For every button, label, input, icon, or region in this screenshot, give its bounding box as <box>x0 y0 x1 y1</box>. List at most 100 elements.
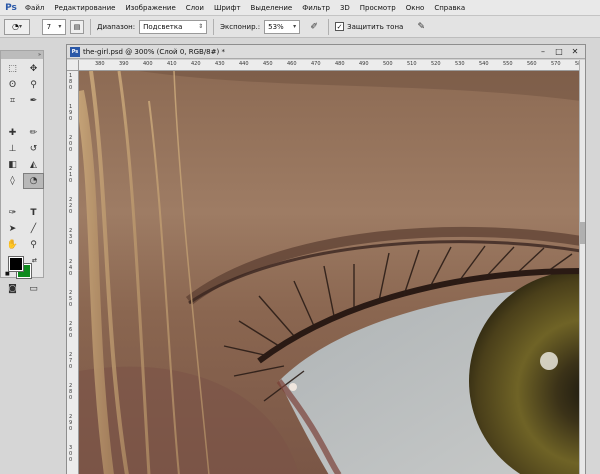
ruler-v-tick: 2 8 0 <box>69 383 74 401</box>
crop-tool-icon[interactable]: ⌗ <box>2 93 23 109</box>
menu-item-3[interactable]: Слои <box>181 4 209 12</box>
line-tool-icon[interactable]: ╱ <box>23 221 44 237</box>
menu-item-5[interactable]: Выделение <box>246 4 298 12</box>
eraser-tool-icon[interactable]: ◧ <box>2 157 23 173</box>
marquee-tool-icon[interactable]: ⬚ <box>2 61 23 77</box>
document-window: Ps the-girl.psd @ 300% (Слой 0, RGB/8#) … <box>66 44 586 474</box>
airbrush-toggle-icon[interactable]: ✐ <box>306 19 322 35</box>
ruler-h-tick: 410 <box>167 61 177 67</box>
divider <box>90 18 91 35</box>
eye-closeup-image <box>79 71 581 474</box>
healing-brush-tool-icon[interactable]: ✚ <box>2 125 23 141</box>
ruler-h-tick: 530 <box>455 61 465 67</box>
paint-bucket-tool-icon[interactable]: ◭ <box>23 157 44 173</box>
protect-tones-checkbox[interactable]: ✓ <box>335 22 345 31</box>
ruler-h-tick: 480 <box>335 61 345 67</box>
menu-item-7[interactable]: 3D <box>335 4 355 12</box>
menu-item-6[interactable]: Фильтр <box>297 4 335 12</box>
brush-tool-icon[interactable]: ✏ <box>23 125 44 141</box>
ruler-h-tick: 570 <box>551 61 561 67</box>
exposure-input[interactable]: 53% ▾ <box>264 19 301 34</box>
menu-item-1[interactable]: Редактирование <box>49 4 120 12</box>
menu-item-0[interactable]: Файл <box>20 4 49 12</box>
vertical-ruler[interactable]: 1 8 0 1 9 0 2 0 0 2 1 0 2 2 0 2 3 0 2 4 0 2 5 0… <box>67 71 79 474</box>
document-title: the-girl.psd @ 300% (Слой 0, RGB/8#) * <box>83 47 225 56</box>
document-tab[interactable]: Ps the-girl.psd @ 300% (Слой 0, RGB/8#) … <box>67 45 585 59</box>
eyedropper-tool-icon[interactable]: ✒ <box>23 93 44 109</box>
ruler-h-tick: 460 <box>287 61 297 67</box>
move-tool-icon[interactable]: ✥ <box>23 61 44 77</box>
tools-panel-header[interactable]: » <box>1 51 43 59</box>
ruler-h-tick: 390 <box>119 61 129 67</box>
maximize-icon[interactable]: □ <box>553 46 565 57</box>
ruler-v-tick: 2 7 0 <box>69 352 74 370</box>
minimize-icon[interactable]: – <box>537 46 549 57</box>
ruler-h-tick: 420 <box>191 61 201 67</box>
lasso-tool-icon[interactable]: ʘ <box>2 77 23 93</box>
updown-arrow-icon: ⇕ <box>198 23 204 30</box>
brush-preset-picker[interactable]: 7 ▾ <box>42 18 66 35</box>
ruler-v-tick: 2 0 0 <box>69 135 74 153</box>
history-brush-tool-icon[interactable]: ↺ <box>23 141 44 157</box>
ruler-h-tick: 430 <box>215 61 225 67</box>
pressure-size-icon[interactable]: ✎ <box>413 19 429 35</box>
ruler-origin[interactable] <box>67 60 79 71</box>
tool-grid: ⬚ ✥ ʘ ⚲ ⌗ ✒ ✚ ✏ ⊥ ↺ ◧ ◭ ◊ ◔ ✑ T ➤ ╱ ✋ ⚲ <box>1 59 44 253</box>
quick-selection-tool-icon[interactable]: ⚲ <box>23 77 44 93</box>
type-tool-icon[interactable]: T <box>23 205 44 221</box>
exposure-value: 53% <box>268 22 284 31</box>
dodge-tool-icon: ◔ <box>12 22 19 31</box>
ruler-v-tick: 2 6 0 <box>69 321 74 339</box>
ruler-h-tick: 400 <box>143 61 153 67</box>
path-selection-tool-icon[interactable]: ➤ <box>2 221 23 237</box>
tool-separator <box>2 109 44 113</box>
ruler-h-tick: 380 <box>95 61 105 67</box>
ruler-h-tick: 550 <box>503 61 513 67</box>
scroll-thumb[interactable] <box>580 222 585 244</box>
chevron-down-icon: ▾ <box>18 23 22 30</box>
zoom-tool-icon[interactable]: ⚲ <box>23 237 44 253</box>
foreground-color-swatch[interactable] <box>8 256 24 272</box>
collapse-icon: » <box>37 52 41 58</box>
brush-panel-button[interactable]: ▤ <box>70 19 84 34</box>
ruler-h-tick: 560 <box>527 61 537 67</box>
menu-item-8[interactable]: Просмотр <box>355 4 401 12</box>
window-controls: – □ ✕ <box>533 46 581 57</box>
default-colors-icon[interactable]: ■ <box>5 271 10 277</box>
chevron-down-icon: ▾ <box>293 23 297 30</box>
divider <box>213 18 215 35</box>
ps-document-icon: Ps <box>70 46 80 57</box>
vertical-scrollbar[interactable] <box>579 60 585 474</box>
ruler-v-tick: 2 9 0 <box>69 414 74 432</box>
screen-mode-icon[interactable]: ▭ <box>23 281 44 297</box>
menu-item-4[interactable]: Шрифт <box>209 4 246 12</box>
dodge-tool-icon[interactable]: ◔ <box>23 173 44 189</box>
brush-size-value: 7 <box>46 22 52 31</box>
range-value: Подсветка <box>143 22 183 31</box>
ruler-h-tick: 470 <box>311 61 321 67</box>
quick-mask-icon[interactable]: ◙ <box>2 281 23 297</box>
menu-item-9[interactable]: Окно <box>401 4 430 12</box>
mode-grid: ◙ ▭ <box>1 279 43 297</box>
ruler-v-tick: 2 2 0 <box>69 197 74 215</box>
blur-tool-icon[interactable]: ◊ <box>2 173 23 189</box>
chevron-down-icon: ▾ <box>58 23 62 30</box>
tool-preset-picker[interactable]: ◔ ▾ <box>4 18 30 35</box>
brush-panel-icon: ▤ <box>73 22 81 31</box>
horizontal-ruler[interactable]: 380 390 400 410 420 430 440 450 460 470 480 490 500 5… <box>79 60 581 71</box>
menu-items: Файл Редактирование Изображение Слои Шрифт Вы… <box>20 4 470 12</box>
pen-tool-icon[interactable]: ✑ <box>2 205 23 221</box>
hand-tool-icon[interactable]: ✋ <box>2 237 23 253</box>
close-icon[interactable]: ✕ <box>569 46 581 57</box>
exposure-label: Экспонир.: <box>220 22 261 31</box>
clone-stamp-tool-icon[interactable]: ⊥ <box>2 141 23 157</box>
menu-item-2[interactable]: Изображение <box>120 4 180 12</box>
range-select[interactable]: Подсветка ⇕ <box>139 19 208 34</box>
menu-item-10[interactable]: Справка <box>429 4 470 12</box>
range-label: Диапазон: <box>97 22 136 31</box>
protect-tones-label: Защитить тона <box>347 22 404 31</box>
ruler-v-tick: 2 5 0 <box>69 290 74 308</box>
image-canvas[interactable] <box>79 71 581 474</box>
swap-colors-icon[interactable]: ⇄ <box>32 257 37 264</box>
ruler-v-tick: 2 4 0 <box>69 259 74 277</box>
